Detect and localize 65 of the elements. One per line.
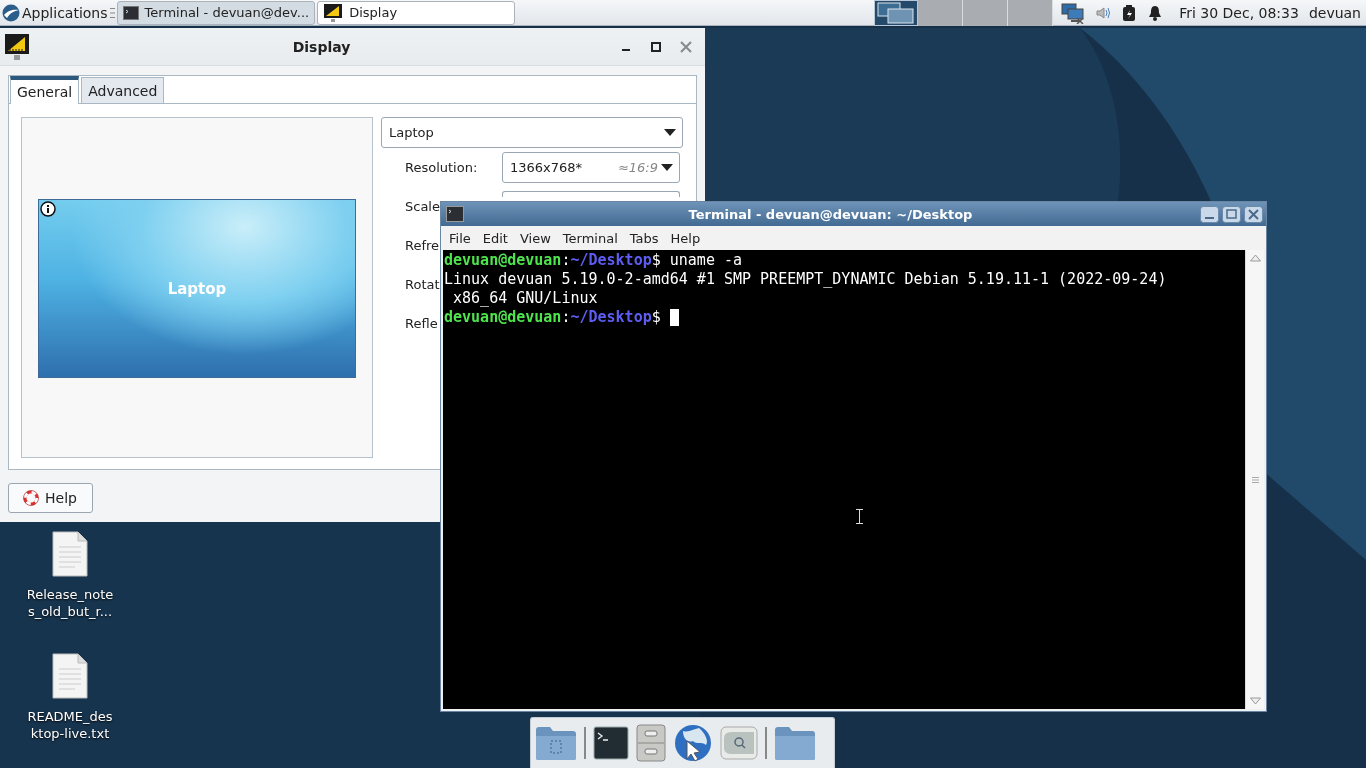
window-thumbnail-icon (877, 1, 916, 24)
clock[interactable]: Fri 30 Dec, 08:33 (1179, 4, 1299, 21)
close-button[interactable] (679, 39, 693, 54)
setting-label: Refle (405, 316, 438, 331)
file-label[interactable]: Release_notes_old_but_r... (25, 586, 115, 620)
terminal-icon (446, 206, 464, 222)
bell-icon[interactable] (1147, 4, 1164, 21)
scroll-up-icon[interactable] (1248, 253, 1262, 263)
dropdown[interactable]: 1366x768* ≈16:9 (502, 152, 680, 183)
terminal-icon[interactable] (593, 726, 629, 760)
caret-icon (661, 163, 673, 172)
network-icon[interactable] (1061, 1, 1086, 24)
terminal-screen[interactable]: devuan@devuan:~/Desktop$ uname -a Linux devuan 5.19.0-2-amd64 #1 SMP PREEMPT_DYNAMIC Debian 5.19.11-1 (2022-09-24) x86_64 GNU/Linux devuan@devuan:~/Desktop$ (443, 250, 1245, 709)
monitor-icon (4, 32, 30, 61)
scroll-down-icon[interactable] (1248, 696, 1262, 706)
file-label[interactable]: README_desktop-live.txt (25, 708, 115, 742)
folder-icon[interactable] (535, 725, 577, 761)
applications-menu[interactable]: Applications (0, 0, 108, 25)
taskbar-button[interactable]: Display (317, 0, 516, 25)
dropdown[interactable] (502, 191, 680, 197)
scrollbar[interactable] (1245, 250, 1264, 709)
document-icon[interactable] (51, 653, 89, 699)
tab[interactable]: General (10, 76, 80, 104)
search-app-icon[interactable] (720, 726, 758, 760)
terminal-icon (122, 5, 139, 20)
monitor-icon (323, 2, 344, 23)
globe-icon[interactable] (673, 723, 713, 763)
terminal-line: devuan@devuan:~/Desktop$ (444, 308, 662, 327)
terminal-line: Linux devuan 5.19.0-2-amd64 #1 SMP PREEMPT_DYNAMIC Debian 5.19.11-1 (2022-09-24) (444, 270, 1167, 289)
monitor-label: Laptop (167, 279, 227, 298)
setting-label: Resolution: (405, 160, 478, 175)
tab[interactable]: Advanced (81, 77, 165, 103)
menu-item[interactable]: Tabs (623, 230, 665, 246)
caret-icon (664, 128, 676, 137)
menu-item[interactable]: Terminal (556, 230, 624, 246)
window-title: Display (291, 38, 352, 55)
user-name[interactable]: devuan (1308, 4, 1361, 21)
setting-label: Scale (405, 199, 440, 214)
setting-label: Rotat (405, 277, 440, 292)
window-title: Terminal - devuan@devuan: ~/Desktop (687, 206, 974, 222)
taskbar-button[interactable]: Terminal - devuan@dev... (116, 0, 316, 25)
terminal-line: x86_64 GNU/Linux (452, 289, 598, 308)
mouse-pointer-icon (856, 509, 863, 524)
help-button[interactable]: Help (8, 483, 93, 513)
close-button[interactable] (1244, 205, 1263, 223)
menu-item[interactable]: Help (664, 230, 707, 246)
battery-icon[interactable] (1121, 3, 1138, 22)
file-cabinet-icon[interactable] (636, 724, 666, 762)
maximize-button[interactable] (649, 39, 663, 54)
workspace[interactable] (874, 0, 919, 26)
terminal-line: devuan@devuan:~/Desktop$ uname -a (444, 251, 743, 270)
menu-item[interactable]: View (513, 230, 557, 246)
document-icon[interactable] (51, 531, 89, 577)
menu-item[interactable]: Edit (476, 230, 514, 246)
logo-icon (2, 3, 20, 22)
lifebuoy-icon (23, 490, 39, 506)
info-icon[interactable] (40, 201, 56, 217)
menu-item[interactable]: File (443, 230, 477, 246)
folder-icon[interactable] (774, 725, 816, 761)
scroll-grip-icon (1251, 476, 1259, 483)
drag-handle-icon[interactable] (109, 6, 115, 19)
volume-icon[interactable] (1095, 4, 1112, 21)
output-dropdown[interactable]: Laptop (381, 117, 683, 148)
aspect-ratio-hint: ≈16:9 (617, 160, 658, 175)
setting-label: Refre (405, 238, 440, 253)
